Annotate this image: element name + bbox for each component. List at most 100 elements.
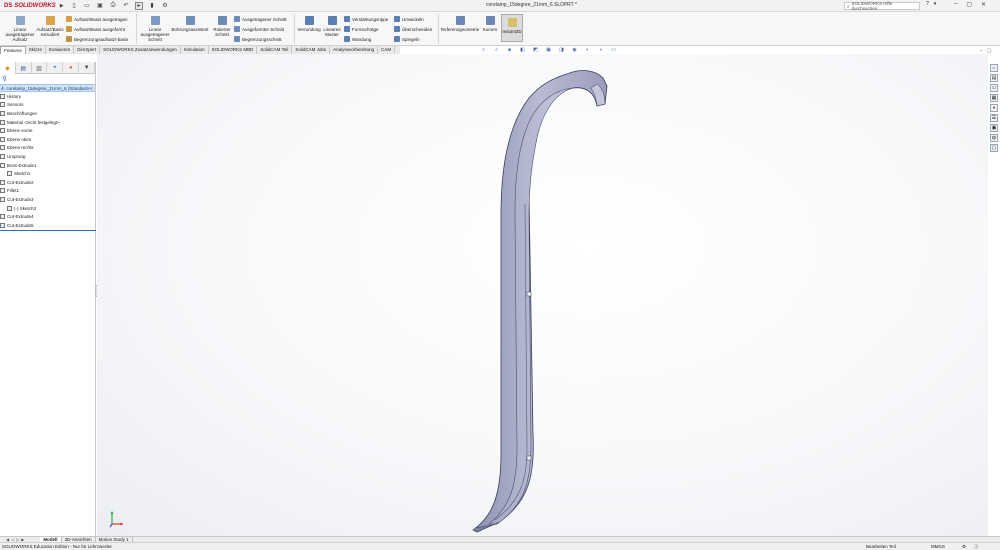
- rollback-bar[interactable]: [0, 229, 96, 231]
- help-icon[interactable]: ?: [926, 1, 929, 7]
- linear-pattern-button[interactable]: Lineares Muster: [322, 16, 342, 37]
- instant3d-button[interactable]: Instant3D: [501, 14, 523, 42]
- tree-item[interactable]: History: [0, 92, 95, 101]
- new-document-icon[interactable]: ▯: [70, 2, 78, 10]
- display-style-icon[interactable]: ◨: [558, 47, 565, 53]
- tree-root-part[interactable]: ◭ corelamp_15degree_21mm_6 (Standard<<: [0, 84, 95, 92]
- open-folder-icon[interactable]: ▭: [83, 2, 91, 10]
- tree-filter-icon[interactable]: ⊽: [0, 74, 95, 84]
- previous-view-icon[interactable]: ◈: [506, 47, 513, 53]
- lofted-boss-button[interactable]: Aufsatz/Basis ausgeformt: [66, 26, 125, 32]
- swept-cut-button[interactable]: Ausgetragener Schnitt: [234, 16, 287, 22]
- tree-item[interactable]: Cut-Extrude5: [0, 221, 95, 230]
- display-manager-tab-icon[interactable]: ◕: [63, 62, 80, 74]
- model-notch-upper[interactable]: [526, 291, 532, 297]
- cam-manager-tab-icon[interactable]: ▼: [79, 62, 95, 74]
- help-search-input[interactable]: ⌕ SOLIDWORKS Hilfe durchsuchen: [844, 1, 920, 11]
- boundary-cut-button[interactable]: Begrenzungsschnitt: [234, 36, 282, 42]
- tree-item[interactable]: Ursprung: [0, 152, 95, 161]
- tab-analysevorbereitung[interactable]: Analysevorbereitung: [330, 46, 379, 54]
- minimize-icon[interactable]: –: [954, 1, 957, 8]
- tab-solidworks-zusatzanwendungen[interactable]: SOLIDWORKS Zusatzanwendungen: [100, 46, 181, 54]
- model-notch-lower[interactable]: [526, 455, 532, 461]
- custom-properties-icon[interactable]: ☰: [990, 114, 998, 122]
- appearances-icon[interactable]: ●: [990, 104, 998, 112]
- curves-button[interactable]: Kurven: [480, 16, 500, 32]
- menu-expand-icon[interactable]: ▶: [60, 3, 64, 9]
- view-settings-icon[interactable]: ▭: [610, 47, 617, 53]
- section-view-icon[interactable]: ◧: [519, 47, 526, 53]
- revolved-cut-button[interactable]: Rotierter Schnitt: [210, 16, 234, 37]
- select-pointer-icon[interactable]: ▸: [135, 1, 143, 10]
- tab-solidcam-jobs[interactable]: SolidCAM Jobs: [292, 46, 331, 54]
- linear-pattern-boss-button[interactable]: Linear ausgetragener Aufsatz: [4, 16, 36, 42]
- tree-item[interactable]: Fillet1: [0, 187, 95, 196]
- tab-solidcam-teil[interactable]: SolidCAM Teil: [257, 46, 293, 54]
- part-model[interactable]: [97, 54, 988, 536]
- extruded-boss-button[interactable]: Aufsatz/Basis extrudiert: [36, 16, 64, 37]
- property-manager-tab-icon[interactable]: ▤: [16, 62, 32, 74]
- tab-simulation[interactable]: Simulation: [181, 46, 209, 54]
- options-gear-icon[interactable]: ⚙: [161, 2, 169, 10]
- tree-item[interactable]: Boss-Extrude1: [0, 161, 95, 170]
- configuration-manager-tab-icon[interactable]: ▧: [32, 62, 48, 74]
- view-orientation-icon[interactable]: ▣: [545, 47, 552, 53]
- tree-item[interactable]: Cut-Extrude2: [0, 178, 95, 187]
- tab-skizze[interactable]: Skizze: [26, 46, 47, 54]
- pin-icon[interactable]: ▾: [934, 1, 937, 7]
- wrap-button[interactable]: Umwickeln: [394, 16, 424, 22]
- rib-button[interactable]: Verstärkungsrippe: [344, 16, 388, 22]
- intersect-button[interactable]: Überschneiden: [394, 26, 432, 32]
- save-icon[interactable]: ▣: [96, 2, 104, 10]
- tab-evaluieren[interactable]: Evaluieren: [46, 46, 75, 54]
- file-explorer-icon[interactable]: ▭: [990, 84, 998, 92]
- solidworks-resources-icon[interactable]: ⌂: [990, 64, 998, 72]
- hole-wizard-button[interactable]: Bohrungsassistent: [170, 16, 210, 32]
- tree-item[interactable]: Material <nicht festgelegt>: [0, 118, 95, 127]
- tree-item[interactable]: Sketch1: [0, 169, 95, 178]
- reference-geometry-button[interactable]: Referenzgeometrie: [440, 16, 480, 32]
- view-palette-icon[interactable]: ▦: [990, 94, 998, 102]
- undo-icon[interactable]: ↶: [122, 2, 130, 10]
- print-icon[interactable]: ⎙: [109, 2, 117, 10]
- fillet-button[interactable]: Verrundung: [296, 16, 322, 32]
- restore-icon[interactable]: ▢: [966, 1, 972, 8]
- shell-button[interactable]: Wandung: [344, 36, 371, 42]
- tree-item[interactable]: (-) Sketch3: [0, 204, 95, 213]
- unit-system[interactable]: MMGS: [931, 544, 945, 549]
- tree-item[interactable]: Ebene vorne: [0, 126, 95, 135]
- design-library-icon[interactable]: ▤: [990, 74, 998, 82]
- boundary-boss-button[interactable]: Begrenzungsaufsatz/-basis: [66, 36, 128, 42]
- draft-button[interactable]: Formschräge: [344, 26, 379, 32]
- solidworks-forum-icon[interactable]: ▣: [990, 124, 998, 132]
- solidworks-mbd-icon[interactable]: ◍: [990, 134, 998, 142]
- zoom-area-icon[interactable]: ⌕: [493, 47, 500, 53]
- status-info-icon[interactable]: ⓘ: [974, 544, 979, 550]
- hide-show-items-icon[interactable]: ◉: [571, 47, 578, 53]
- dimxpert-manager-tab-icon[interactable]: ⌖: [47, 62, 64, 74]
- tab-dimxpert[interactable]: DimXpert: [74, 46, 101, 54]
- swept-boss-button[interactable]: Aufsatz/Basis ausgetragen: [66, 16, 128, 22]
- apply-scene-icon[interactable]: ◑: [597, 47, 604, 53]
- mirror-button[interactable]: Spiegeln: [394, 36, 420, 42]
- lofted-cut-button[interactable]: Ausgeformter Schnitt: [234, 26, 284, 32]
- tab-features[interactable]: Features: [0, 46, 26, 54]
- model-outer-body[interactable]: [472, 70, 608, 533]
- tree-item[interactable]: Sensors: [0, 101, 95, 110]
- task-pane-extra-icon[interactable]: ▢: [990, 144, 998, 152]
- edit-appearance-icon[interactable]: ◐: [584, 47, 591, 53]
- tree-item[interactable]: Ebene rechts: [0, 144, 95, 153]
- tab-solidworks-mbd[interactable]: SOLIDWORKS MBD: [209, 46, 258, 54]
- linear-cut-button[interactable]: Linear ausgetragener Schnitt: [140, 16, 170, 42]
- close-icon[interactable]: ✕: [981, 1, 986, 8]
- tree-item[interactable]: Beschriftungen: [0, 109, 95, 118]
- solidworks-logo[interactable]: DS SOLIDWORKS ▶: [0, 0, 64, 12]
- graphics-area[interactable]: [97, 54, 988, 536]
- status-settings-icon[interactable]: ⚙: [962, 544, 966, 550]
- rebuild-icon[interactable]: ▮: [148, 2, 156, 10]
- zoom-to-fit-icon[interactable]: ⌕: [480, 47, 487, 53]
- tab-cam[interactable]: CAM: [378, 46, 396, 54]
- dynamic-annotation-icon[interactable]: ◩: [532, 47, 539, 53]
- tree-item[interactable]: Cut-Extrude4: [0, 212, 95, 221]
- tree-item[interactable]: Ebene oben: [0, 135, 95, 144]
